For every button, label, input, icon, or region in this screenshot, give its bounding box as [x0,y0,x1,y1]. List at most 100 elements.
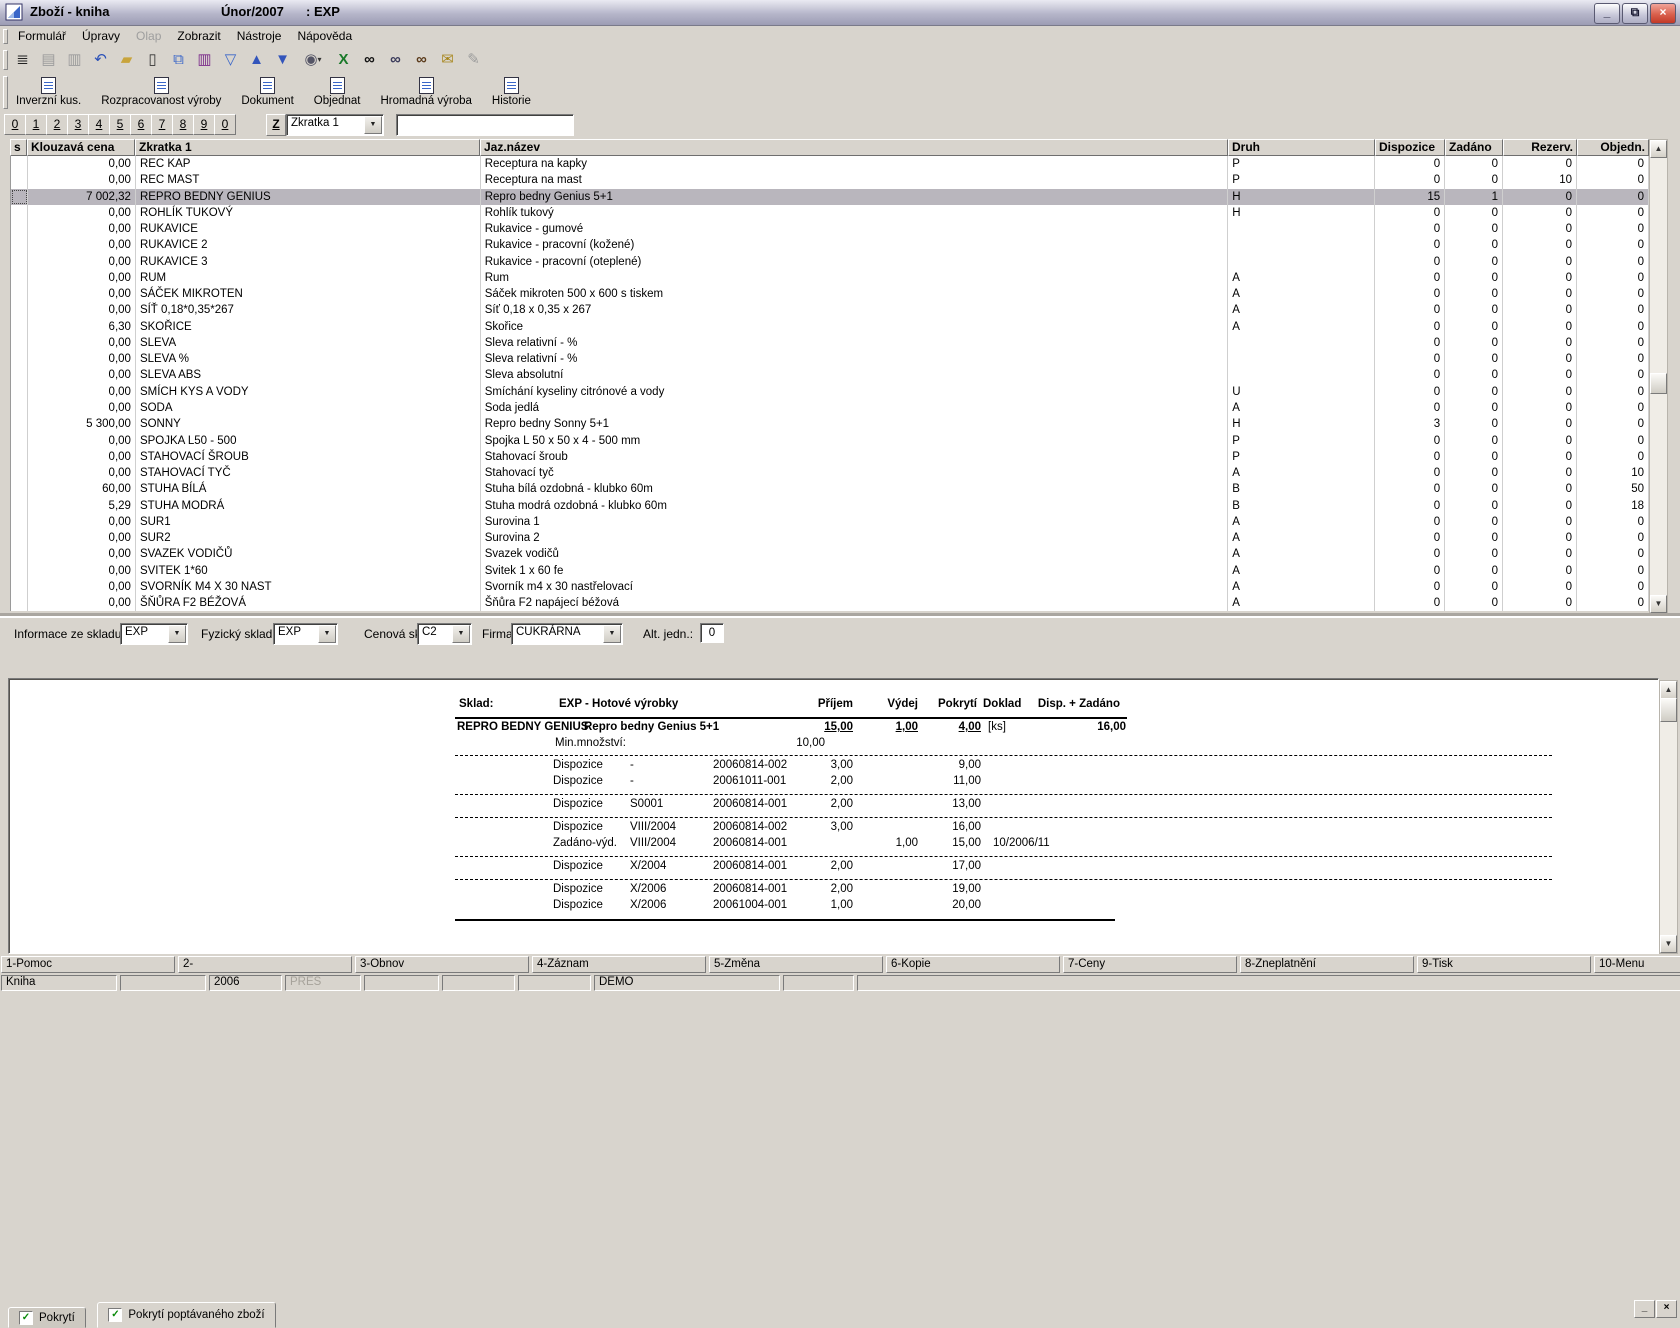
checkbox-checked-icon[interactable]: ✓ [108,1308,122,1322]
digit-button-1-1[interactable]: 1 [25,114,47,135]
panel-close-button[interactable]: × [1656,1300,1677,1318]
table-row[interactable]: 7 002,32REPRO BEDNY GENIUSRepro bedny Ge… [11,189,1649,205]
combo-cenova-sk[interactable]: C2▼ [417,623,472,645]
table-row[interactable]: 0,00STAHOVACÍ TYČStahovací tyčA00010 [11,465,1649,481]
new-document-icon[interactable]: ▯ [140,48,165,72]
table-row[interactable]: 0,00REC MASTReceptura na mastP00100 [11,172,1649,188]
action-button-historie[interactable]: Historie [484,75,539,109]
table-row[interactable]: 0,00SVAZEK VODIČŮSvazek vodičůA0000 [11,546,1649,562]
scroll-up-icon[interactable]: ▲ [1650,140,1667,158]
filter-icon[interactable]: ▽ [218,48,243,72]
digit-button-7-7[interactable]: 7 [151,114,173,135]
table-row[interactable]: 0,00SPOJKA L50 - 500Spojka L 50 x 50 x 4… [11,433,1649,449]
scroll-down-icon[interactable]: ▼ [1660,935,1677,953]
action-button-objednat[interactable]: Objednat [306,75,369,109]
digit-button-2-2[interactable]: 2 [46,114,68,135]
table-row[interactable]: 0,00STAHOVACÍ ŠROUBStahovací šroubP0000 [11,449,1649,465]
tab-pokryti-poptavaneho-zbozi[interactable]: ✓Pokrytí poptávaného zboží [97,1302,275,1328]
fkey-10-menu[interactable]: 10-Menu [1594,956,1680,973]
detail-scrollbar[interactable]: ▲ ▼ [1659,680,1678,954]
table-row[interactable]: 5 300,00SONNYRepro bedny Sonny 5+1H3000 [11,416,1649,432]
digit-button-9-9[interactable]: 9 [193,114,215,135]
digit-button-4-4[interactable]: 4 [88,114,110,135]
action-button-rozpracovanost-vyroby[interactable]: Rozpracovanost výroby [93,75,229,109]
digit-button-10-0[interactable]: 0 [214,114,236,135]
table-row[interactable]: 0,00RUKAVICE 2Rukavice - pracovní (kožen… [11,237,1649,253]
table-row[interactable]: 6,30SKOŘICESkořiceA0000 [11,319,1649,335]
find-prev-icon[interactable]: ∞ [409,48,434,72]
close-button[interactable]: × [1650,3,1676,24]
tab-pokryti[interactable]: ✓Pokrytí [8,1307,86,1328]
table-row[interactable]: 0,00REC KAPReceptura na kapkyP0000 [11,156,1649,172]
column-header-objedn[interactable]: Objedn. [1577,139,1649,156]
table-row[interactable]: 0,00SUR1Surovina 1A0000 [11,514,1649,530]
column-header-s[interactable]: s [10,139,27,156]
open-folder-icon[interactable]: ▰ [114,48,139,72]
table-row[interactable]: 0,00RUMRumA0000 [11,270,1649,286]
fkey-4-zaznam[interactable]: 4-Záznam [532,956,706,973]
sort-up-icon[interactable]: ▲ [244,48,269,72]
copy-icon[interactable]: ⧉ [166,48,191,72]
undo-icon[interactable]: ↶ [88,48,113,72]
digit-button-3-3[interactable]: 3 [67,114,89,135]
chevron-down-icon[interactable]: ▼ [364,116,382,134]
table-row[interactable]: 0,00SUR2Surovina 2A0000 [11,530,1649,546]
fkey-6-kopie[interactable]: 6-Kopie [886,956,1060,973]
table-scrollbar[interactable]: ▲ ▼ [1649,139,1668,614]
chevron-down-icon[interactable]: ▼ [603,625,621,643]
chevron-down-icon[interactable]: ▾ [318,55,322,64]
menu-item-formular[interactable]: Formulář [10,26,74,43]
column-header-zadano[interactable]: Zadáno [1445,139,1503,156]
find-next-icon[interactable]: ∞ [383,48,408,72]
column-header-rezerv[interactable]: Rezerv. [1503,139,1577,156]
fkey-7-ceny[interactable]: 7-Ceny [1063,956,1237,973]
scroll-up-icon[interactable]: ▲ [1660,681,1677,699]
table-row[interactable]: 0,00SLEVA %Sleva relativní - %0000 [11,351,1649,367]
table-row[interactable]: 0,00SLEVASleva relativní - %0000 [11,335,1649,351]
menu-item-nastroje[interactable]: Nástroje [229,26,290,43]
table-row[interactable]: 0,00SODASoda jedláA0000 [11,400,1649,416]
fkey-3-obnov[interactable]: 3-Obnov [355,956,529,973]
chevron-down-icon[interactable]: ▼ [168,625,186,643]
fkey-2[interactable]: 2- [178,956,352,973]
digit-button-8-8[interactable]: 8 [172,114,194,135]
combo-firma[interactable]: CUKRÁRNA▼ [511,623,623,645]
table-row[interactable]: 5,29STUHA MODRÁStuha modrá ozdobná - klu… [11,498,1649,514]
digit-button-0-0[interactable]: 0 [4,114,26,135]
z-filter-button[interactable]: Z [266,114,286,136]
table-row[interactable]: 0,00SVITEK 1*60Svitek 1 x 60 feA0000 [11,563,1649,579]
table-row[interactable]: 0,00SVORNÍK M4 X 30 NASTSvorník m4 x 30 … [11,579,1649,595]
input-alt-jedn[interactable]: 0 [700,623,724,643]
combo-fyzicky-sklad[interactable]: EXP▼ [273,623,338,645]
column-header-dispozice[interactable]: Dispozice [1375,139,1445,156]
table-row[interactable]: 0,00SLEVA ABSSleva absolutní0000 [11,367,1649,383]
table-row[interactable]: 0,00SÍŤ 0,18*0,35*267Síť 0,18 x 0,35 x 2… [11,302,1649,318]
table-row[interactable]: 0,00SMÍCH KYS A VODYSmíchání kyseliny ci… [11,384,1649,400]
mail-icon[interactable]: ✉ [435,48,460,72]
checkbox-checked-icon[interactable]: ✓ [19,1311,33,1325]
minimize-button[interactable]: _ [1594,3,1620,24]
fkey-1-pomoc[interactable]: 1-Pomoc [1,956,175,973]
sort-down-icon[interactable]: ▼ [270,48,295,72]
table-row[interactable]: 0,00ŠŇŮRA F2 BÉŽOVÁŠňůra F2 napájecí béž… [11,595,1649,611]
column-header-klouzava-cena[interactable]: Klouzavá cena [27,139,135,156]
fkey-9-tisk[interactable]: 9-Tisk [1417,956,1591,973]
restore-button[interactable]: ⧉ [1622,3,1648,24]
menu-item-upravy[interactable]: Úpravy [74,26,128,43]
digit-button-6-6[interactable]: 6 [130,114,152,135]
menu-item-napoveda[interactable]: Nápověda [289,26,360,43]
snapshot-icon[interactable]: ◉▾ [296,48,330,72]
action-button-dokument[interactable]: Dokument [233,75,301,109]
table-row[interactable]: 60,00STUHA BÍLÁStuha bílá ozdobná - klub… [11,481,1649,497]
notebook-icon[interactable]: ▥ [192,48,217,72]
find-icon[interactable]: ∞ [357,48,382,72]
scroll-down-icon[interactable]: ▼ [1650,595,1667,613]
column-header-jaz-nazev[interactable]: Jaz.název [480,139,1228,156]
export-excel-icon[interactable]: X [331,48,356,72]
column-selector-combo[interactable]: Zkratka 1 ▼ [286,114,384,136]
table-row[interactable]: 0,00RUKAVICE 3Rukavice - pracovní (otepl… [11,254,1649,270]
digit-button-5-5[interactable]: 5 [109,114,131,135]
structure-icon[interactable]: ≣ [10,48,35,72]
menu-item-zobrazit[interactable]: Zobrazit [169,26,228,43]
column-header-druh[interactable]: Druh [1228,139,1375,156]
